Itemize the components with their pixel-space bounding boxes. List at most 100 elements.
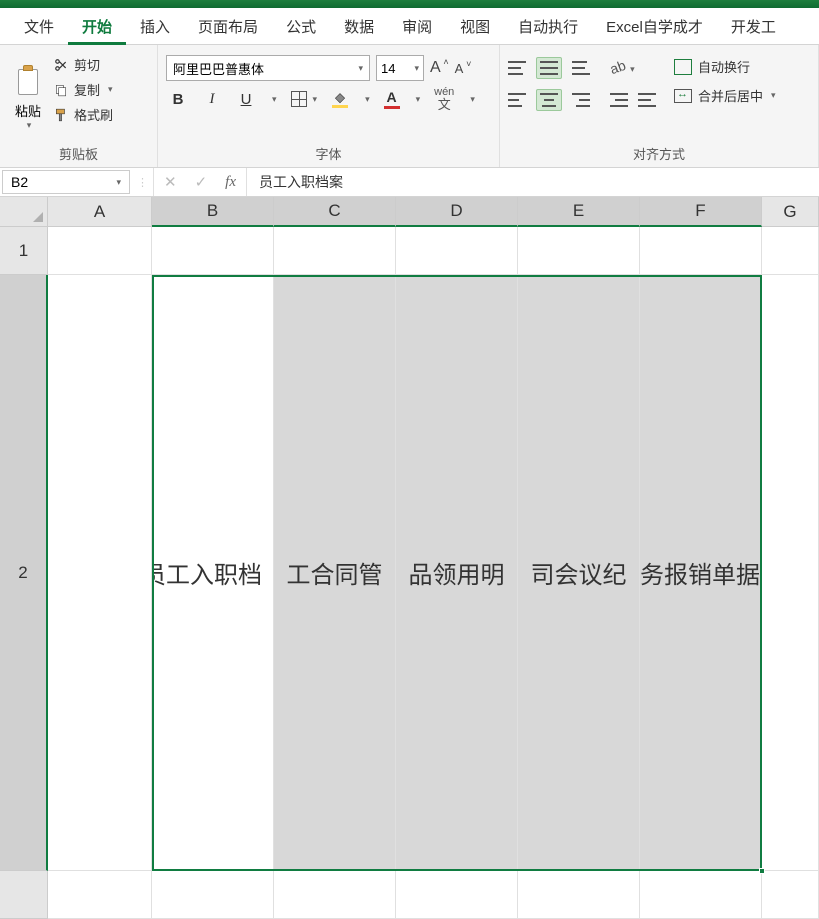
cell-D2[interactable]: 品领用明 [396,275,518,871]
cell-G1[interactable] [762,227,819,275]
tab-file[interactable]: 文件 [10,8,68,45]
col-header-G[interactable]: G [762,197,819,227]
cell-B1[interactable] [152,227,274,275]
cell-E2[interactable]: 司会议纪 [518,275,640,871]
tab-formulas[interactable]: 公式 [272,8,330,45]
align-left-button[interactable] [508,93,526,107]
alignment-group-label: 对齐方式 [508,142,810,165]
cell-D3[interactable] [396,871,518,919]
font-color-dropdown-icon[interactable]: ▾ [416,94,421,105]
tab-dev[interactable]: 开发工 [717,8,790,45]
align-bottom-button[interactable] [572,61,590,75]
row-header-1[interactable]: 1 [0,227,48,275]
font-name-select[interactable]: 阿里巴巴普惠体 ▾ [166,55,370,81]
col-header-A[interactable]: A [48,197,152,227]
tab-review[interactable]: 审阅 [388,8,446,45]
fill-color-button[interactable] [331,90,349,108]
wrap-text-icon [674,59,692,75]
decrease-font-button[interactable]: A˅ [455,61,464,76]
paste-button[interactable]: 粘贴 ▾ [8,49,48,142]
formula-input[interactable]: 员工入职档案 [247,168,819,196]
tab-home[interactable]: 开始 [68,8,126,45]
increase-font-button[interactable]: A˄ [430,59,441,77]
font-size-value: 14 [381,61,395,76]
col-header-C[interactable]: C [274,197,396,227]
font-color-button[interactable]: A [384,89,400,109]
align-middle-button[interactable] [536,57,562,79]
fill-dropdown-icon[interactable]: ▾ [365,94,370,105]
font-name-value: 阿里巴巴普惠体 [173,59,264,78]
column-headers: A B C D E F G [48,197,819,227]
font-size-select[interactable]: 14 ▾ [376,55,424,81]
cell-G2[interactable] [762,275,819,871]
italic-button[interactable]: I [202,91,222,108]
col-header-E[interactable]: E [518,197,640,227]
chevron-down-icon: ▾ [358,63,363,74]
copy-button[interactable]: 复制 ▾ [54,80,113,99]
paste-label: 粘贴 [15,101,41,120]
format-painter-label: 格式刷 [74,105,113,124]
name-box-value: B2 [11,174,28,190]
merge-center-button[interactable]: 合并后居中 ▾ [674,86,776,105]
tab-custom[interactable]: Excel自学成才 [592,8,717,45]
cell-A2[interactable] [48,275,152,871]
copy-dropdown-icon[interactable]: ▾ [108,84,113,95]
tab-view[interactable]: 视图 [446,8,504,45]
cell-B2[interactable]: 员工入职档 [152,275,274,871]
borders-button[interactable] [291,91,307,107]
bold-button[interactable]: B [168,91,188,108]
orientation-dropdown-icon[interactable]: ▾ [628,64,635,74]
cell-D1[interactable] [396,227,518,275]
cell-A1[interactable] [48,227,152,275]
group-alignment: ab ▾ 自动换行 合并后居中 ▾ [500,45,819,167]
wrap-text-button[interactable]: 自动换行 [674,57,776,76]
cell-D2-text: 品领用明 [409,555,505,590]
fill-handle[interactable] [759,868,765,874]
align-top-button[interactable] [508,61,526,75]
cell-C2[interactable]: 工合同管 [274,275,396,871]
cell-B3[interactable] [152,871,274,919]
tab-data[interactable]: 数据 [330,8,388,45]
row-header-2[interactable]: 2 [0,275,48,871]
ribbon: 粘贴 ▾ 剪切 复制 ▾ 格式刷 剪贴板 [0,45,819,168]
cancel-formula-button[interactable]: ✕ [164,173,177,191]
cell-F1[interactable] [640,227,762,275]
borders-dropdown-icon[interactable]: ▾ [313,94,318,105]
increase-indent-button[interactable] [638,93,656,107]
tab-auto[interactable]: 自动执行 [504,8,592,45]
cell-C3[interactable] [274,871,396,919]
orientation-button[interactable]: ab [608,57,628,77]
spreadsheet-grid[interactable]: A B C D E F G 1 2 员工入职档 工合同管 品领用明 司会议纪 务… [0,197,819,918]
phonetic-button[interactable]: wén 文 [434,87,454,111]
cell-A3[interactable] [48,871,152,919]
name-box-dropdown-icon[interactable]: ▾ [116,177,121,188]
tab-page-layout[interactable]: 页面布局 [184,8,272,45]
align-right-button[interactable] [572,93,590,107]
name-box[interactable]: B2 ▾ [2,170,130,194]
merge-dropdown-icon[interactable]: ▾ [771,90,776,101]
copy-label: 复制 [74,80,100,99]
underline-dropdown-icon[interactable]: ▾ [272,94,277,105]
cell-E3[interactable] [518,871,640,919]
col-header-F[interactable]: F [640,197,762,227]
cell-F3[interactable] [640,871,762,919]
cut-button[interactable]: 剪切 [54,55,113,74]
tab-insert[interactable]: 插入 [126,8,184,45]
row-header-3[interactable] [0,871,48,919]
chevron-down-icon: ▾ [414,63,419,74]
cell-E1[interactable] [518,227,640,275]
cell-F2[interactable]: 务报销单据 [640,275,762,871]
cell-G3[interactable] [762,871,819,919]
col-header-D[interactable]: D [396,197,518,227]
cell-C1[interactable] [274,227,396,275]
decrease-indent-button[interactable] [610,93,628,107]
format-painter-button[interactable]: 格式刷 [54,105,113,124]
paste-dropdown-icon[interactable]: ▾ [27,120,32,131]
select-all-corner[interactable] [0,197,48,227]
phonetic-dropdown-icon[interactable]: ▾ [470,94,475,105]
col-header-B[interactable]: B [152,197,274,227]
accept-formula-button[interactable]: ✓ [195,173,208,191]
underline-button[interactable]: U [236,91,256,108]
align-center-button[interactable] [536,89,562,111]
insert-function-button[interactable]: fx [225,174,236,191]
